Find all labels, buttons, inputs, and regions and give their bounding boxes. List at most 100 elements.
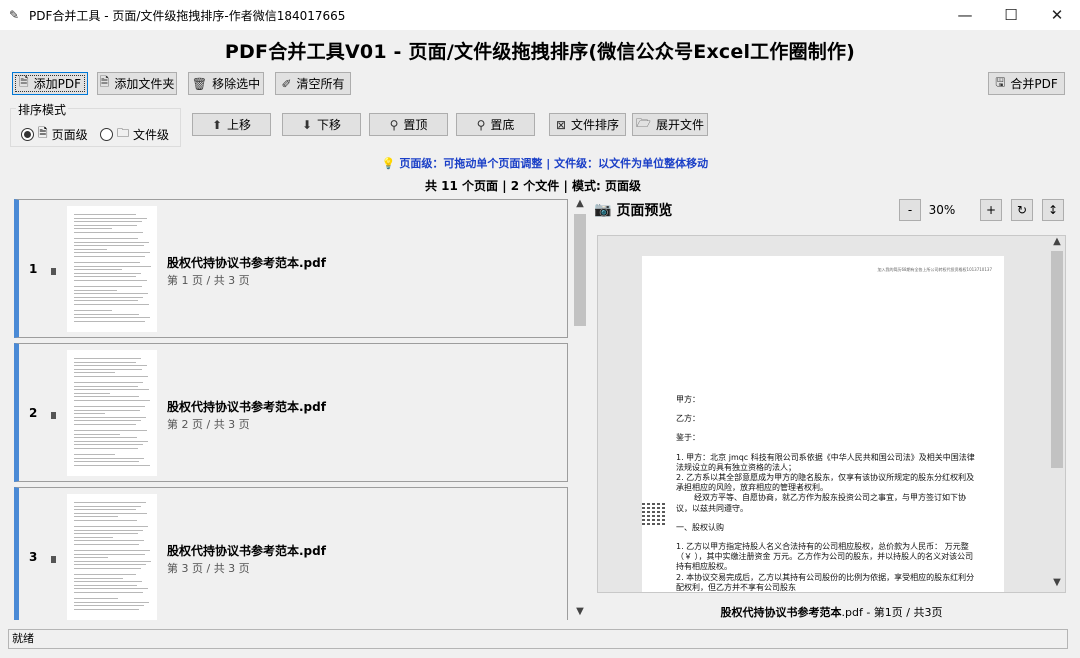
document-icon: 🗎 [18,75,29,89]
thumbnail-text-line [74,553,145,555]
file-level-radio[interactable]: 🗀 文件级 [100,124,169,145]
page-thumbnail [51,350,157,476]
thumbnail-text-line [74,529,143,531]
thumbnail-text-line [74,256,145,257]
page-thumbnail [51,206,157,332]
thumbnail-text-line [74,382,143,383]
page-thumbnail [51,494,157,620]
merge-pdf-button[interactable]: 🖫 合并PDF [988,72,1065,95]
to-top-button[interactable]: ⚲ 置顶 [369,113,448,136]
thumbnail-text-line [74,245,144,247]
item-page-info: 第 2 页 / 共 3 页 [167,418,250,431]
expand-files-button[interactable]: 🗁 展开文件 [632,113,708,136]
thumbnail-text-line [74,409,140,411]
thumbnail-text-line [74,564,146,566]
add-pdf-button[interactable]: 🗎 添加PDF [12,72,88,95]
app-window: ✎ PDF合并工具 - 页面/文件级拖拽排序-作者微信184017665 — ☐… [0,0,1080,658]
preview-body: 甲方： 乙方： 鉴于： 1. 甲方：北京 jmqc 科技有限公司系依据《中华人民… [676,395,975,592]
thumbnail-text-line [74,592,143,593]
thumbnail-text-line [74,304,149,305]
pin-icon: ⚲ [389,117,399,132]
thumbnail-text-line [74,509,136,511]
thumbnail-text-line [74,320,145,322]
thumbnail-text-line [74,536,113,538]
thumbnail-text-line [74,376,148,377]
lightbulb-icon: 💡 [381,157,396,170]
thumbnail-text-line [74,248,107,250]
thumbnail-text-line [74,365,147,367]
thumbnail-text-line [74,286,142,287]
page-level-radio[interactable]: 🗎 页面级 [21,124,88,145]
thumbnail-text-line [74,605,144,607]
thumbnail-text-line [74,512,147,514]
folder-open-icon: 🗁 [636,116,651,130]
thumbnail-text-line [74,252,150,254]
thumbnail-text-line [74,461,139,463]
thumbnail-text-line [74,544,139,545]
page-list: 1 股权代持协议书参考范本.pdf 第 1 页 / 共 3 页 2 股权代持协议… [12,197,570,620]
zoom-level: 30% [928,203,956,217]
sort-files-button[interactable]: ⊠ 文件排序 [549,113,626,136]
document-icon: 🗎 [99,75,110,89]
fit-height-button[interactable]: ↕ [1042,199,1064,221]
thumbnail-text-line [74,262,140,263]
radio-checked-indicator [21,128,34,141]
scrollbar-thumb[interactable] [574,214,586,326]
thumbnail-text-line [74,313,139,315]
thumbnail-text-line [74,289,117,291]
item-filename: 股权代持协议书参考范本.pdf [167,256,326,270]
scroll-down-arrow-icon[interactable]: ▼ [1049,577,1065,591]
thumbnail-text-line [74,368,142,370]
list-item[interactable]: 1 股权代持协议书参考范本.pdf 第 1 页 / 共 3 页 [14,199,568,338]
minimize-button[interactable]: — [942,0,988,30]
thumbnail-text-line [74,464,150,466]
close-button[interactable]: ✕ [1034,0,1080,30]
arrow-up-icon: ⬆ [211,117,223,132]
preview-page: 加入我的简历68期有全各上所公司转权代投资格权1013710137 甲方： 乙方… [642,256,1004,592]
feather-icon: ✎ [9,8,20,22]
add-folder-button[interactable]: 🗎 添加文件夹 [97,72,177,95]
to-bottom-button[interactable]: ⚲ 置底 [456,113,535,136]
thumbnail-text-line [74,241,149,243]
stats-label: 共 11 个页面 | 2 个文件 | 模式: 页面级 [424,179,642,193]
sort-mode-group: 排序模式 🗎 页面级 🗀 文件级 [10,101,181,147]
thumbnail-text-line [74,601,149,603]
thumbnail-text-line [74,310,112,311]
thumbnail-text-line [74,272,141,274]
list-scrollbar[interactable]: ▲ ▼ [572,198,588,622]
list-item[interactable]: 2 股权代持协议书参考范本.pdf 第 2 页 / 共 3 页 [14,343,568,482]
rotate-button[interactable]: ↻ [1011,199,1033,221]
thumbnail-text-line [74,588,148,590]
thumbnail-text-line [74,296,143,298]
move-up-button[interactable]: ⬆ 上移 [192,113,271,136]
thumbnail-text-line [74,433,120,435]
pin-icon: ⚲ [476,117,486,132]
camera-icon: 📷 [594,202,612,218]
thumbnail-text-line [74,440,148,442]
sort-mode-legend: 排序模式 [16,101,69,118]
zoom-in-button[interactable]: + [980,199,1002,221]
thumbnail-text-line [74,502,146,503]
scroll-up-arrow-icon[interactable]: ▲ [572,198,588,212]
thumbnail-text-line [74,385,138,387]
preview-canvas[interactable]: 加入我的简历68期有全各上所公司转权代投资格权1013710137 甲方： 乙方… [597,235,1066,593]
maximize-button[interactable]: ☐ [988,0,1034,30]
thumbnail-text-line [74,317,150,319]
zoom-out-button[interactable]: - [899,199,921,221]
preview-scrollbar[interactable]: ▲ ▼ [1049,236,1065,592]
folder-icon: 🗀 [117,126,130,140]
title-bar: ✎ PDF合并工具 - 页面/文件级拖拽排序-作者微信184017665 — ☐… [0,0,1080,30]
thumbnail-text-line [74,560,151,562]
thumbnail-text-line [74,221,142,223]
scroll-down-arrow-icon[interactable]: ▼ [572,606,588,620]
move-down-button[interactable]: ⬇ 下移 [282,113,361,136]
clear-all-button[interactable]: ✐ 清空所有 [275,72,351,95]
remove-selected-button[interactable]: 🗑 移除选中 [188,72,264,95]
save-icon: 🖫 [995,75,1006,89]
scrollbar-thumb[interactable] [1051,251,1063,468]
item-index: 1 [29,262,38,276]
scroll-up-arrow-icon[interactable]: ▲ [1049,236,1065,250]
thumbnail-text-line [74,358,141,359]
thumbnail-text-line [74,293,148,295]
list-item[interactable]: 3 股权代持协议书参考范本.pdf 第 3 页 / 共 3 页 [14,487,568,620]
